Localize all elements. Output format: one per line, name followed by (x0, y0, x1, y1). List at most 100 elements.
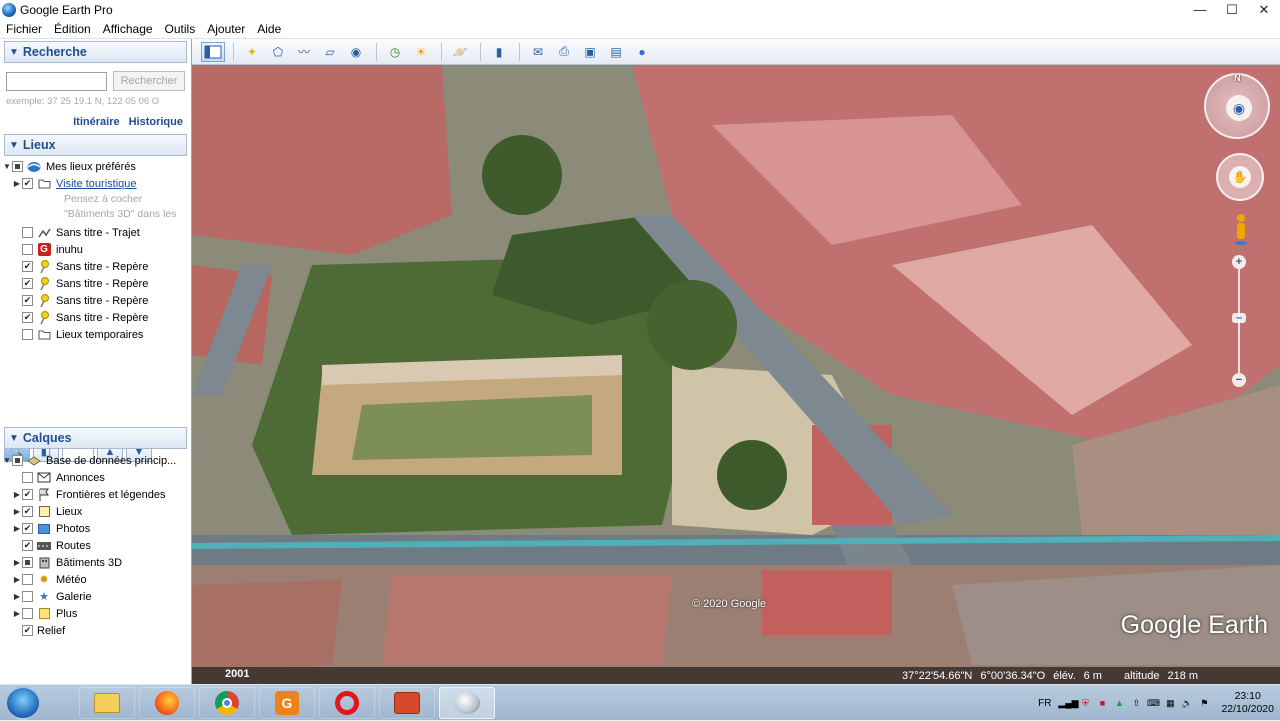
hand-pan-icon[interactable]: ✋ (1229, 166, 1251, 188)
path-checkbox[interactable] (22, 227, 33, 238)
google-earth-task-icon[interactable] (439, 686, 495, 719)
layer-checkbox[interactable] (22, 608, 33, 619)
layer-more[interactable]: ▶ Plus (2, 605, 191, 622)
search-button[interactable]: Rechercher (113, 71, 185, 91)
antivirus-icon[interactable]: ■ (1096, 697, 1108, 709)
menu-affichage[interactable]: Affichage (103, 22, 153, 36)
places-item-tour[interactable]: ▶ Visite touristique (2, 175, 191, 192)
favorites-checkbox[interactable] (12, 161, 23, 172)
zoom-slider[interactable]: + – − (1232, 255, 1246, 387)
sunlight-icon[interactable]: ☀ (409, 42, 433, 62)
layer-checkbox[interactable] (22, 506, 33, 517)
layer-photos[interactable]: ▶ Photos (2, 520, 191, 537)
search-panel-header[interactable]: ▼ Recherche (4, 41, 187, 63)
menu-aide[interactable]: Aide (257, 22, 281, 36)
inuhu-checkbox[interactable] (22, 244, 33, 255)
zoom-out-button[interactable]: − (1232, 373, 1246, 387)
sidebar-toggle-icon[interactable] (201, 41, 225, 62)
maximize-button[interactable]: ☐ (1216, 0, 1248, 19)
imagery-year[interactable]: 2001 (225, 668, 249, 680)
places-item-placemark[interactable]: Sans titre - Repère (2, 275, 191, 292)
map-view[interactable]: © 2020 Google Google Earth N ◉ ✋ + – − 2… (192, 65, 1280, 684)
zoom-slider-thumb[interactable]: – (1232, 312, 1246, 324)
shield-icon[interactable]: ⛨ (1079, 697, 1091, 709)
menu-fichier[interactable]: Fichier (6, 22, 42, 36)
flag-notification-icon[interactable]: ⚑ (1198, 697, 1210, 709)
layer-checkbox[interactable] (22, 489, 33, 500)
placemark-checkbox[interactable] (22, 312, 33, 323)
layer-primary-database[interactable]: ▼ Base de données princip... (2, 452, 191, 469)
firefox-icon[interactable] (139, 686, 195, 719)
clock[interactable]: 23:10 22/10/2020 (1221, 690, 1274, 716)
layers-panel-header[interactable]: ▼ Calques (4, 427, 187, 449)
layer-checkbox[interactable] (22, 472, 33, 483)
layer-checkbox[interactable] (22, 591, 33, 602)
layer-weather[interactable]: ▶ ✹ Météo (2, 571, 191, 588)
layer-gallery[interactable]: ▶ ★ Galerie (2, 588, 191, 605)
windows-start-icon[interactable] (5, 685, 41, 720)
save-image-icon[interactable]: ▣ (578, 42, 602, 62)
zoom-in-button[interactable]: + (1232, 255, 1246, 269)
network-icon[interactable]: ▦ (1164, 697, 1176, 709)
menu-edition[interactable]: Édition (54, 22, 91, 36)
move-joystick[interactable]: ✋ (1216, 153, 1264, 201)
orange-app-icon[interactable]: G (259, 686, 315, 719)
file-explorer-icon[interactable] (79, 686, 135, 719)
layer-checkbox[interactable] (22, 574, 33, 585)
layer-roads[interactable]: Routes (2, 537, 191, 554)
expand-icon[interactable]: ▶ (12, 524, 22, 533)
expand-icon[interactable]: ▶ (12, 575, 22, 584)
volume-icon[interactable]: 🔈 (1181, 697, 1193, 709)
layer-checkbox[interactable] (22, 523, 33, 534)
temporary-checkbox[interactable] (22, 329, 33, 340)
opera-icon[interactable] (319, 686, 375, 719)
keyboard-icon[interactable]: ⌨ (1147, 697, 1160, 709)
collapse-icon[interactable]: ▼ (2, 456, 12, 465)
places-panel-header[interactable]: ▼ Lieux (4, 134, 187, 156)
expand-icon[interactable]: ▶ (12, 490, 22, 499)
places-item-inuhu[interactable]: G inuhu (2, 241, 191, 258)
expand-icon[interactable]: ▶ (12, 592, 22, 601)
layer-checkbox[interactable] (22, 625, 33, 636)
expand-icon[interactable]: ▶ (12, 558, 22, 567)
menu-outils[interactable]: Outils (165, 22, 196, 36)
places-item-favorites[interactable]: ▼ Mes lieux préférés (2, 158, 191, 175)
arrow-up-icon[interactable]: ⇧ (1130, 697, 1142, 709)
layer-checkbox[interactable] (12, 455, 23, 466)
menu-ajouter[interactable]: Ajouter (207, 22, 245, 36)
layer-checkbox[interactable] (22, 540, 33, 551)
historical-imagery-icon[interactable]: ◷ (383, 42, 407, 62)
minimize-button[interactable]: — (1184, 0, 1216, 19)
green-app-icon[interactable]: ▲ (1113, 697, 1125, 709)
layer-3d-buildings[interactable]: ▶ Bâtiments 3D (2, 554, 191, 571)
close-button[interactable]: ✕ (1248, 0, 1280, 19)
layer-borders[interactable]: ▶ Frontières et légendes (2, 486, 191, 503)
expand-icon[interactable]: ▶ (12, 609, 22, 618)
record-tour-icon[interactable]: ◉ (344, 42, 368, 62)
layer-terrain[interactable]: Relief (2, 622, 191, 639)
planets-icon[interactable]: 🪐 (448, 42, 472, 62)
add-polygon-icon[interactable]: ⬠ (266, 42, 290, 62)
tour-checkbox[interactable] (22, 178, 33, 189)
view-in-maps-icon[interactable]: ● (630, 42, 654, 62)
presentation-icon[interactable] (379, 686, 435, 719)
places-item-placemark[interactable]: Sans titre - Repère (2, 258, 191, 275)
expand-icon[interactable]: ▶ (12, 507, 22, 516)
places-item-temporary[interactable]: Lieux temporaires (2, 326, 191, 343)
layer-announcements[interactable]: Annonces (2, 469, 191, 486)
add-path-icon[interactable]: 〰 (292, 42, 316, 62)
language-indicator[interactable]: FR (1038, 698, 1051, 709)
look-eye-icon[interactable]: ◉ (1226, 95, 1252, 121)
add-placemark-icon[interactable]: ✦ (240, 42, 264, 62)
places-item-placemark[interactable]: Sans titre - Repère (2, 309, 191, 326)
compass-control[interactable]: N ◉ (1204, 73, 1270, 139)
email-icon[interactable]: ✉ (526, 42, 550, 62)
places-item-path[interactable]: Sans titre - Trajet (2, 224, 191, 241)
placemark-checkbox[interactable] (22, 295, 33, 306)
print-icon[interactable]: ⎙ (552, 42, 576, 62)
layer-checkbox[interactable] (22, 557, 33, 568)
collapse-icon[interactable]: ▼ (2, 162, 12, 171)
expand-icon[interactable]: ▶ (12, 179, 22, 188)
chrome-icon[interactable] (199, 686, 255, 719)
search-input[interactable] (6, 71, 107, 91)
